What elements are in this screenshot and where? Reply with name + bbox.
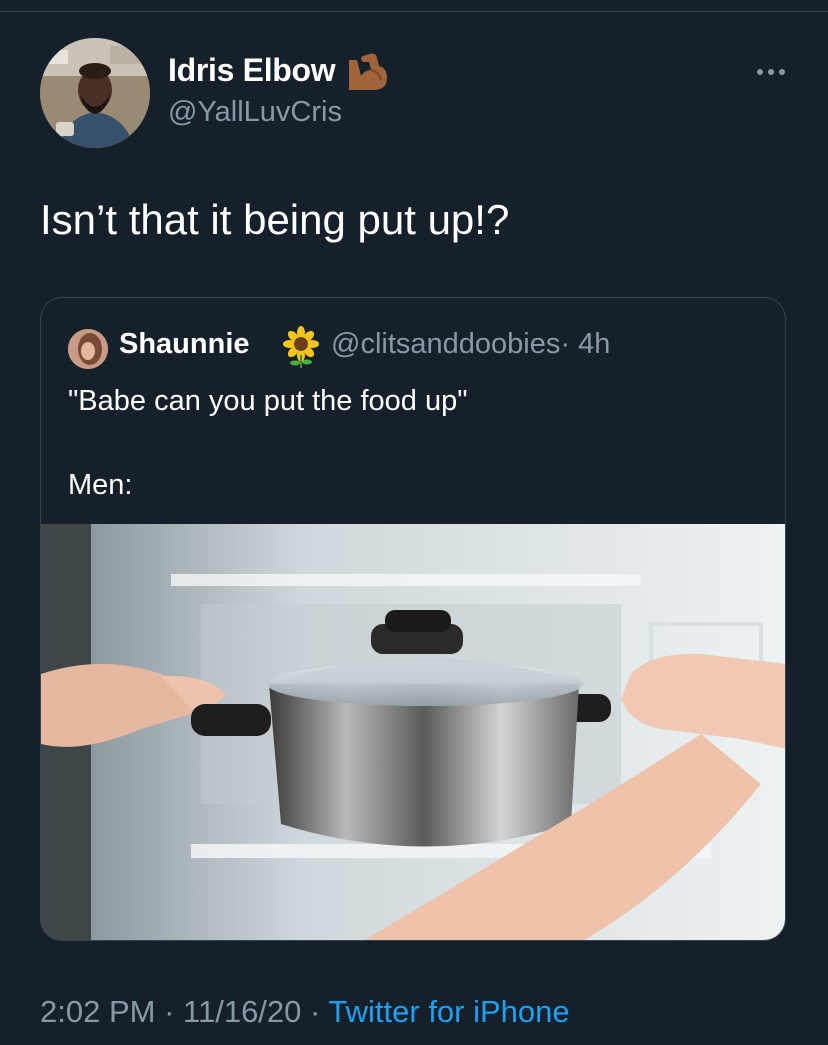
tweet-text: Isn’t that it being put up!? <box>40 196 510 243</box>
meta-separator: · <box>310 994 321 1029</box>
author-name[interactable]: Idris Elbow <box>168 52 336 89</box>
avatar-image <box>40 38 150 148</box>
tweet-source-link[interactable]: Twitter for iPhone <box>328 994 569 1029</box>
top-divider <box>0 11 828 12</box>
tweet-time: 2:02 PM <box>40 994 156 1029</box>
author-avatar[interactable] <box>40 38 150 148</box>
quoted-author-handle-time[interactable]: @clitsanddoobies· 4h <box>331 328 610 361</box>
sunflower-emoji-icon <box>279 325 323 369</box>
quoted-handle[interactable]: @clitsanddoobies <box>331 328 560 360</box>
quoted-text-line-1: "Babe can you put the food up" <box>68 385 468 417</box>
more-dots-icon[interactable] <box>754 62 788 82</box>
quoted-media-image[interactable] <box>41 524 785 940</box>
author-handle[interactable]: @YallLuvCris <box>168 96 342 129</box>
quoted-author-name[interactable]: Shaunnie <box>119 328 250 361</box>
quoted-tweet-card[interactable]: Shaunnie @clitsanddoobies· 4h "Babe can … <box>40 297 786 941</box>
tweet-date: 11/16/20 <box>183 994 302 1029</box>
meta-separator: · <box>164 994 175 1029</box>
quoted-avatar-image <box>68 329 108 369</box>
quoted-time: · 4h <box>560 328 611 360</box>
quoted-text-line-2: Men: <box>68 469 133 501</box>
flexed-biceps-emoji-icon <box>343 50 393 94</box>
pot-in-fridge-photo <box>41 524 785 940</box>
tweet-meta: 2:02 PM · 11/16/20 · Twitter for iPhone <box>40 994 570 1030</box>
quoted-author-avatar[interactable] <box>68 329 108 369</box>
